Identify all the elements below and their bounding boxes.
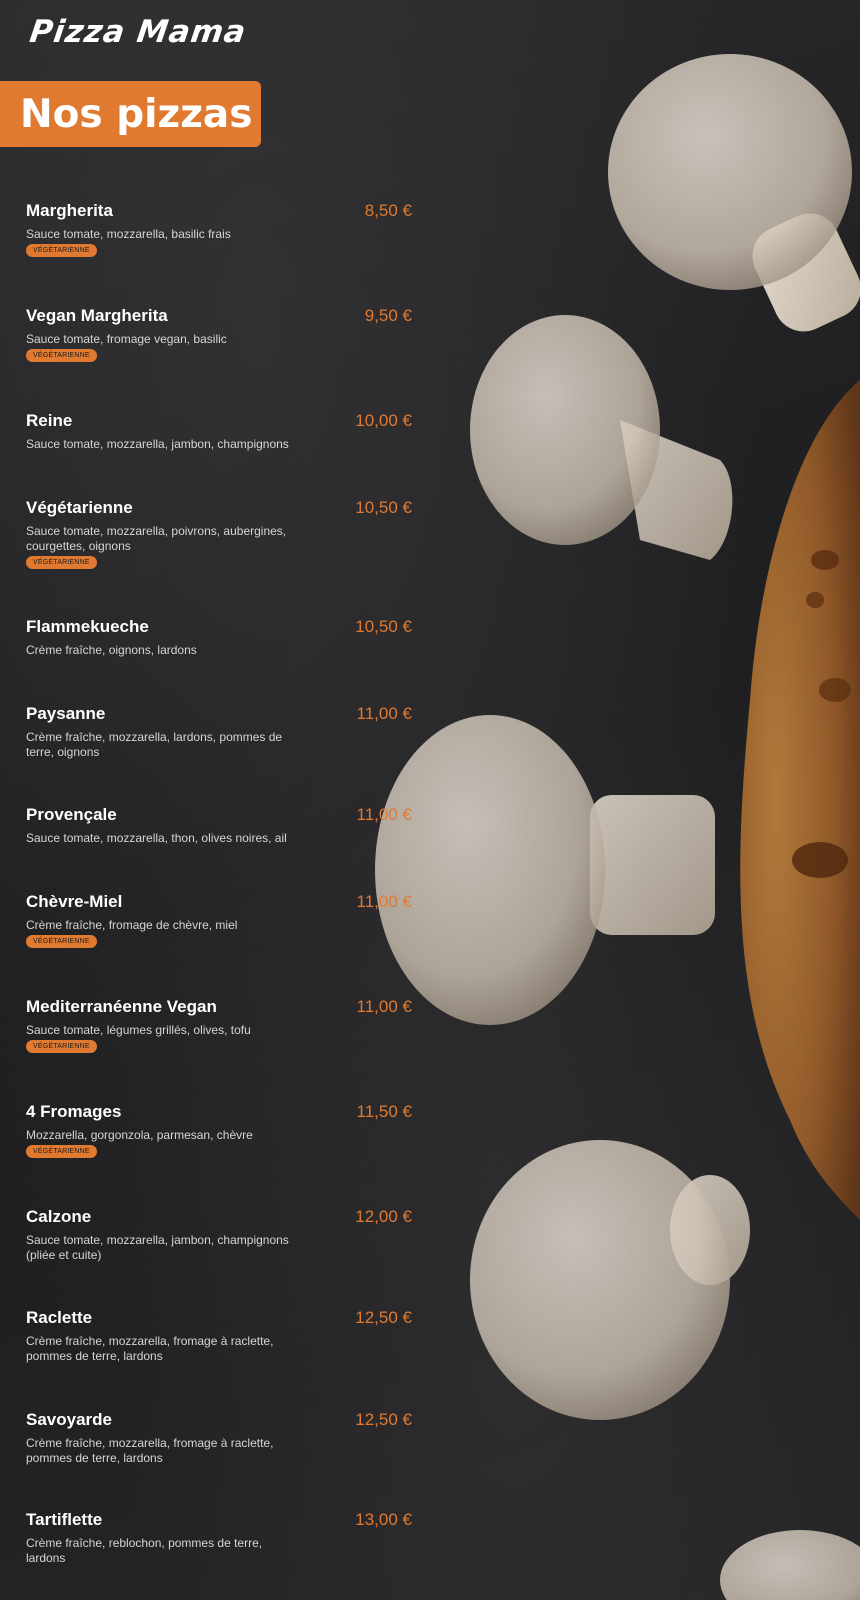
- pizza-price: 10,00 €: [355, 411, 412, 430]
- vegetarian-badge: VÉGÉTARIENNE: [26, 935, 97, 948]
- pizza-description: Crème fraîche, fromage de chèvre, miel: [26, 918, 238, 932]
- pizza-name: Calzone: [26, 1207, 92, 1226]
- pizza-price: 11,00 €: [356, 997, 412, 1016]
- pizza-name: Chèvre-Miel: [26, 892, 123, 911]
- section-title-banner: Nos pizzas: [0, 81, 261, 147]
- pizza-description: Sauce tomate, mozzarella, thon, olives n…: [26, 831, 287, 845]
- pizza-name: Provençale: [26, 805, 117, 824]
- pizza-name: Reine: [26, 411, 73, 430]
- pizza-price: 11,00 €: [356, 892, 412, 911]
- pizza-price: 11,50 €: [356, 1102, 412, 1121]
- pizza-description: Crème fraîche, mozzarella, lardons, pomm…: [26, 730, 283, 759]
- pizza-price: 10,50 €: [355, 617, 412, 636]
- pizza-description: Sauce tomate, légumes grillés, olives, t…: [26, 1023, 251, 1037]
- pizza-name: Paysanne: [26, 704, 106, 723]
- pizza-price: 13,00 €: [355, 1510, 412, 1529]
- pizza-description: Mozzarella, gorgonzola, parmesan, chèvre: [26, 1128, 253, 1142]
- pizza-description: Crème fraîche, mozzarella, fromage à rac…: [26, 1334, 274, 1363]
- pizza-description: Sauce tomate, fromage vegan, basilic: [26, 332, 227, 346]
- pizza-price: 11,00 €: [356, 704, 412, 723]
- pizza-name: Vegan Margherita: [26, 306, 168, 325]
- brand-logo[interactable]: Pizza Mama: [27, 14, 248, 50]
- pizza-name: 4 Fromages: [26, 1102, 122, 1121]
- vegetarian-badge: VÉGÉTARIENNE: [26, 556, 97, 569]
- pizza-price: 8,50 €: [364, 201, 412, 220]
- pizza-price: 11,00 €: [356, 805, 412, 824]
- pizza-name: Flammekueche: [26, 617, 149, 636]
- pizza-price: 9,50 €: [364, 306, 412, 325]
- pizza-description: Sauce tomate, mozzarella, poivrons, aube…: [26, 524, 287, 553]
- pizza-description: Sauce tomate, mozzarella, jambon, champi…: [26, 1233, 289, 1262]
- pizza-price: 10,50 €: [355, 498, 412, 517]
- pizza-price: 12,00 €: [355, 1207, 412, 1226]
- pizza-price: 12,50 €: [355, 1410, 412, 1429]
- pizza-name: Savoyarde: [26, 1410, 112, 1429]
- vegetarian-badge: VÉGÉTARIENNE: [26, 349, 97, 362]
- pizza-name: Mediterranéenne Vegan: [26, 997, 217, 1016]
- pizza-description: Crème fraîche, reblochon, pommes de terr…: [26, 1536, 263, 1565]
- pizza-name: Raclette: [26, 1308, 93, 1327]
- pizza-name: Tartiflette: [26, 1510, 103, 1529]
- pizza-description: Crème fraîche, mozzarella, fromage à rac…: [26, 1436, 274, 1465]
- pizza-description: Crème fraîche, oignons, lardons: [26, 643, 197, 657]
- pizza-name: Végétarienne: [26, 498, 133, 517]
- vegetarian-badge: VÉGÉTARIENNE: [26, 1145, 97, 1158]
- pizza-price: 12,50 €: [355, 1308, 412, 1327]
- pizza-description: Sauce tomate, mozzarella, jambon, champi…: [26, 437, 289, 451]
- pizza-description: Sauce tomate, mozzarella, basilic frais: [26, 227, 231, 241]
- section-title: Nos pizzas: [20, 91, 253, 137]
- vegetarian-badge: VÉGÉTARIENNE: [26, 1040, 97, 1053]
- pizza-name: Margherita: [26, 201, 113, 220]
- vegetarian-badge: VÉGÉTARIENNE: [26, 244, 97, 257]
